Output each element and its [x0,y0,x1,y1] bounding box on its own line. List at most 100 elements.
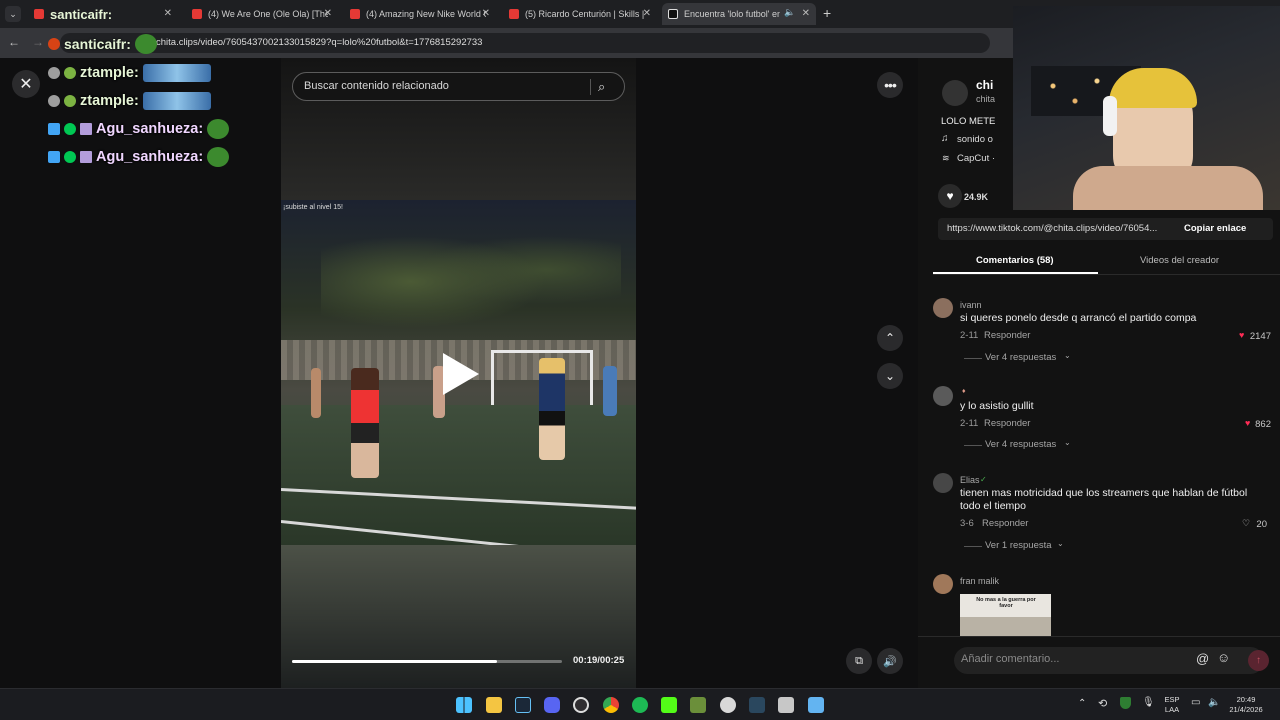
forward-icon[interactable]: → [32,35,44,49]
app-icon[interactable] [778,697,794,713]
tab-we-are-one[interactable]: (4) We Are One (Ole Ola) [The Offi ✕ [186,3,338,25]
comment-author[interactable]: fran malik [960,576,999,586]
author-handle: chita [976,94,996,104]
network-icon[interactable]: ▭ [1191,697,1200,708]
chevron-up-icon: ⌃ [884,331,896,345]
emoji-icon[interactable]: ☺ [1217,650,1230,665]
notepad-icon[interactable] [808,697,824,713]
chat-line: ztample: [48,90,211,112]
view-replies-button[interactable]: Ver 4 respuestas [985,352,1056,363]
volume-button[interactable]: 🔊 [877,648,903,674]
comment-avatar[interactable] [933,298,953,318]
author-name[interactable]: chi [976,78,993,92]
gray-badge-icon [48,95,60,107]
video-frame: ¡subiste al nivel 15! [281,200,636,545]
steam-icon[interactable] [515,697,531,713]
progress-fill [292,660,498,663]
replies-line [964,445,982,446]
search-divider [590,79,591,95]
next-video-button[interactable]: ⌄ [877,363,903,389]
capcut-text[interactable]: CapCut · [957,153,995,164]
tab-ricardo-centurion[interactable]: (5) Ricardo Centurión | Skills | Sk ✕ [503,3,657,25]
windows-start-icon[interactable] [456,697,472,713]
more-options-button[interactable]: ••• [877,72,903,98]
kick-icon[interactable] [661,697,677,713]
more-icon: ••• [884,77,897,93]
shield-icon[interactable] [1120,697,1131,709]
chrome-icon[interactable] [603,697,619,713]
play-icon[interactable] [443,353,479,395]
sync-icon[interactable]: ⟲ [1098,697,1107,710]
view-replies-button[interactable]: Ver 4 respuestas [985,439,1056,450]
volume-icon[interactable]: 🔈 [1208,697,1220,708]
send-comment-button[interactable]: ↑ [1248,650,1269,671]
stream-name-overlay: santicaifr: [48,34,157,54]
tab-stream[interactable]: santicaifr: ✕ [28,3,178,25]
url-field[interactable]: chita.clips/video/7605437002133015829?q=… [60,33,990,53]
tab-label: Encuentra 'lolo futbol' en TikTok [684,9,780,19]
sword-badge-icon [48,123,60,135]
sword-badge-icon [48,151,60,163]
view-replies-button[interactable]: Ver 1 respuesta [985,540,1052,551]
new-tab-button[interactable]: + [823,5,831,21]
search-placeholder: Buscar contenido relacionado [304,80,449,92]
comment-avatar[interactable] [933,473,953,493]
pip-icon: ⧉ [855,654,863,667]
close-tab-icon[interactable]: ✕ [482,8,490,19]
stream-name-text: santicaifr: [64,36,131,52]
tab-list-dropdown-icon[interactable]: ⌄ [5,6,21,22]
video-player[interactable]: ¡subiste al nivel 15! 00:19/00:25 [281,58,636,688]
microphone-icon[interactable]: 🎙 [1142,697,1155,708]
tab-creator-videos[interactable]: Videos del creador [1140,255,1219,266]
chevron-down-icon: ⌄ [884,369,896,383]
comment-author[interactable]: ivann [960,300,982,310]
close-video-button[interactable]: ✕ [12,70,40,98]
search-icon[interactable]: ⌕ [598,73,605,100]
tab-comments[interactable]: Comentarios (58) [976,255,1054,266]
obs-icon[interactable] [573,697,589,713]
url-text: chita.clips/video/7605437002133015829?q=… [156,37,483,48]
reply-button[interactable]: Responder [982,518,1028,529]
sub-badge-icon [64,95,76,107]
minecraft-icon[interactable] [690,697,706,713]
sub-badge-icon [64,67,76,79]
progress-track[interactable] [292,660,562,663]
add-comment-field[interactable]: Añadir comentario... @ ☺ [954,647,1264,674]
tab-nike-ad[interactable]: (4) Amazing New Nike World Cup Ad ✕ [344,3,496,25]
mention-icon[interactable]: @ [1196,651,1209,666]
comment-likes: 862 [1255,419,1271,430]
close-tab-icon[interactable]: ✕ [164,8,172,19]
reply-button[interactable]: Responder [984,418,1030,429]
copy-link-button[interactable]: Copiar enlace [1184,223,1246,234]
keyboard-language[interactable]: ESP LAA [1160,695,1184,715]
discord-icon[interactable] [544,697,560,713]
close-tab-icon[interactable]: ✕ [643,8,651,19]
floating-player-button[interactable]: ⧉ [846,648,872,674]
verified-badge-icon [64,123,76,135]
close-tab-icon[interactable]: ✕ [802,8,810,19]
steam-alt-icon[interactable] [749,697,765,713]
video-bottom-area [281,545,636,688]
author-avatar[interactable] [942,80,968,106]
search-input[interactable]: Buscar contenido relacionado ⌕ [292,72,625,101]
video-link[interactable]: https://www.tiktok.com/@chita.clips/vide… [947,223,1167,234]
tab-tiktok-search[interactable]: Encuentra 'lolo futbol' en TikTok 🔈 ✕ [662,3,816,25]
previous-video-button[interactable]: ⌃ [877,325,903,351]
comment-avatar[interactable] [933,574,953,594]
ccleaner-icon[interactable] [720,697,736,713]
heart-icon: ♥ [946,189,954,203]
back-icon[interactable]: ← [8,35,20,49]
spotify-icon[interactable] [632,697,648,713]
like-button[interactable]: ♥ [938,184,962,208]
comment-author[interactable]: Elias [960,475,980,485]
sound-text[interactable]: sonido o [957,134,993,145]
close-tab-icon[interactable]: ✕ [324,8,332,19]
clock[interactable]: 20:49 21/4/2026 [1222,695,1270,715]
reply-button[interactable]: Responder [984,330,1030,341]
music-icon: ♫ [941,133,949,144]
file-explorer-icon[interactable] [486,697,502,713]
pitch [281,405,636,545]
speaker-icon[interactable]: 🔈 [784,7,795,18]
chevron-up-icon[interactable]: ⌃ [1078,698,1086,709]
comment-avatar[interactable] [933,386,953,406]
